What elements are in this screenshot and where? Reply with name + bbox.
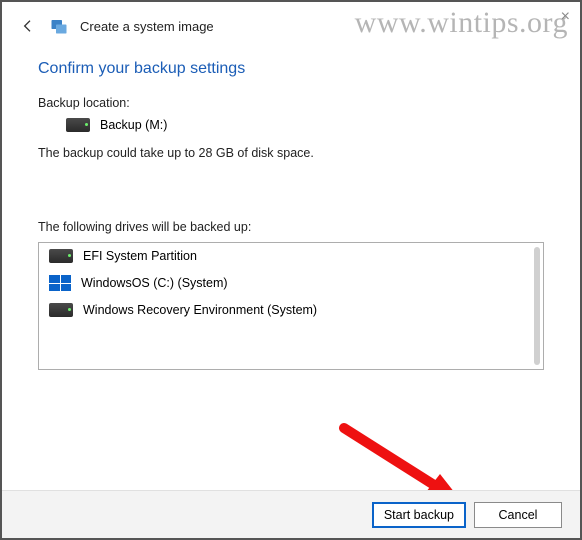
size-estimate: The backup could take up to 28 GB of dis…: [38, 146, 544, 160]
list-item[interactable]: Windows Recovery Environment (System): [39, 297, 529, 323]
page-heading: Confirm your backup settings: [38, 60, 544, 78]
list-item[interactable]: EFI System Partition: [39, 243, 529, 269]
drive-name: WindowsOS (C:) (System): [81, 276, 228, 290]
windows-logo-icon: [49, 275, 71, 291]
titlebar: Create a system image: [2, 2, 580, 46]
window-title: Create a system image: [80, 19, 214, 34]
drive-name: Windows Recovery Environment (System): [83, 303, 317, 317]
close-icon[interactable]: ×: [561, 8, 570, 26]
backup-location-row: Backup (M:): [38, 118, 544, 132]
hard-drive-icon: [66, 118, 90, 132]
drives-label: The following drives will be backed up:: [38, 220, 544, 234]
hard-drive-icon: [49, 249, 73, 263]
dialog-window: www.wintips.org × Create a system image …: [0, 0, 582, 540]
dialog-footer: Start backup Cancel: [2, 490, 580, 538]
hard-drive-icon: [49, 303, 73, 317]
scrollbar[interactable]: [534, 247, 540, 365]
start-backup-button[interactable]: Start backup: [372, 502, 466, 528]
backup-location-value: Backup (M:): [100, 118, 167, 132]
list-item[interactable]: WindowsOS (C:) (System): [39, 269, 529, 297]
drive-name: EFI System Partition: [83, 249, 197, 263]
system-image-icon: [50, 17, 68, 35]
drives-listbox: EFI System Partition WindowsOS (C:) (Sys…: [38, 242, 544, 370]
drives-listbox-inner: EFI System Partition WindowsOS (C:) (Sys…: [39, 243, 529, 369]
backup-location-label: Backup location:: [38, 96, 544, 110]
content-area: Confirm your backup settings Backup loca…: [2, 46, 580, 370]
arrow-left-icon: [20, 18, 36, 34]
cancel-button[interactable]: Cancel: [474, 502, 562, 528]
back-button[interactable]: [18, 16, 38, 36]
